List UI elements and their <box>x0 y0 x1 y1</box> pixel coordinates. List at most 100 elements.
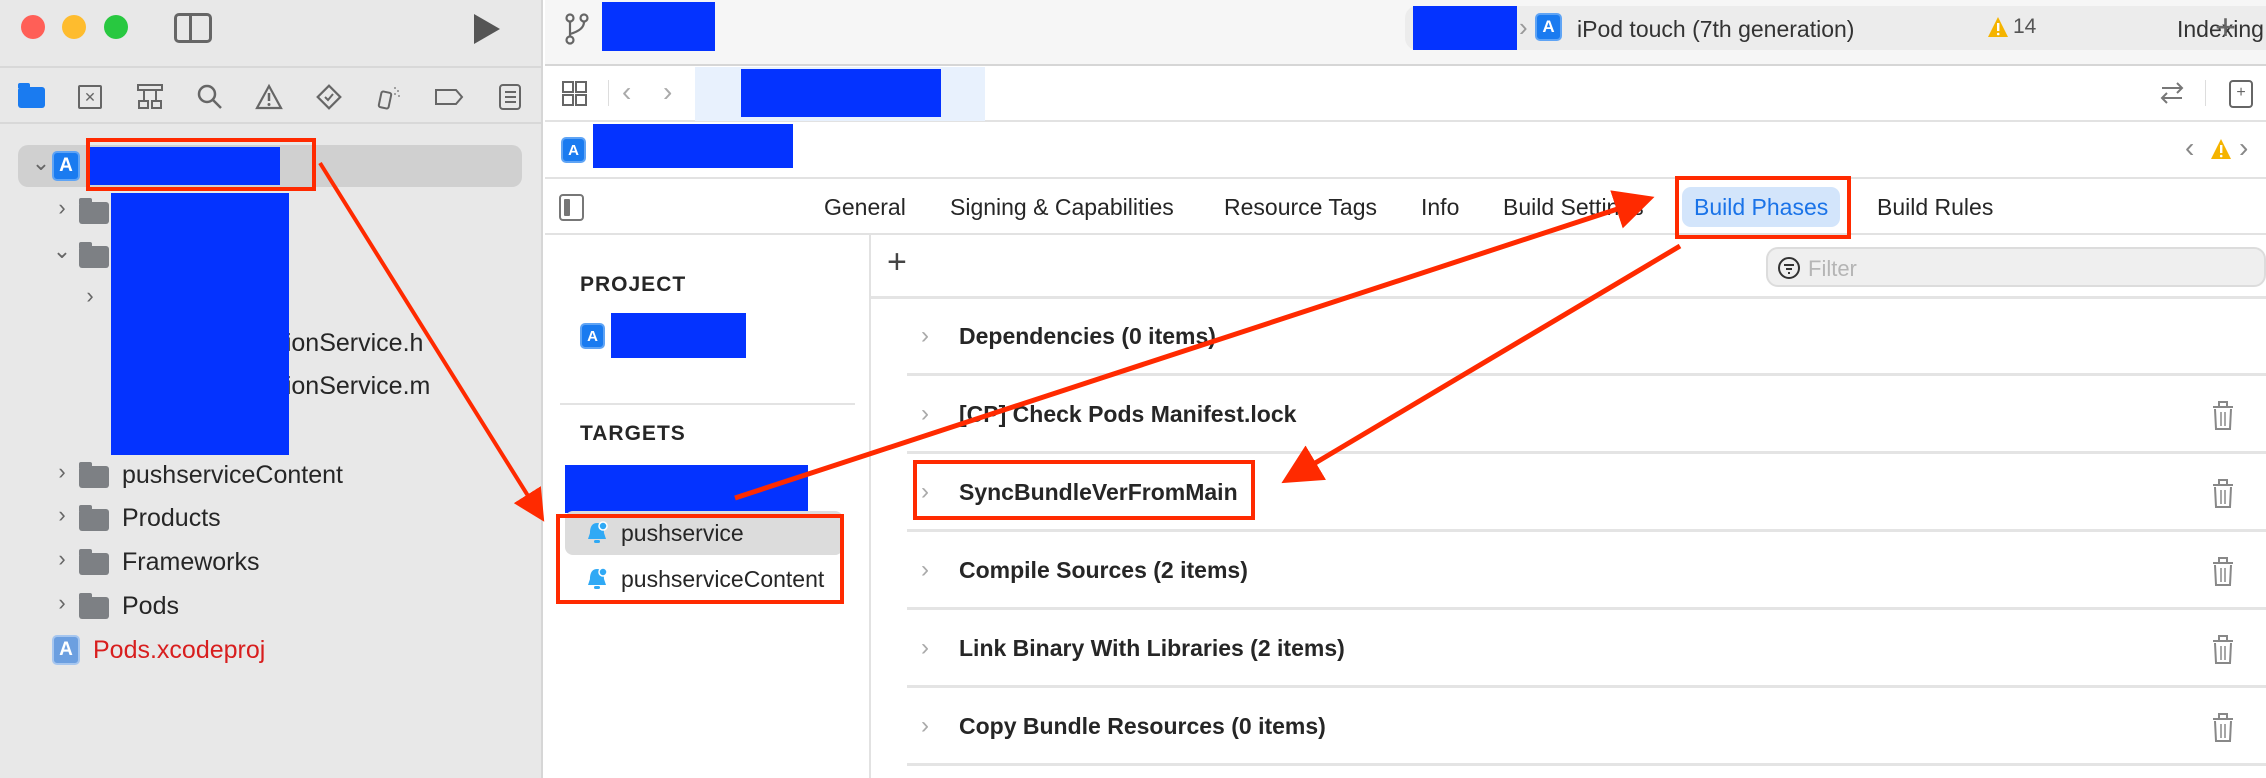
filter-field[interactable]: Filter <box>1766 247 2266 287</box>
run-destination[interactable]: iPod touch (7th generation) <box>1577 16 1854 43</box>
editor-segment-bar: General Signing & Capabilities Resource … <box>545 179 2266 235</box>
notification-bell-icon <box>588 567 608 589</box>
warning-icon[interactable] <box>2210 138 2232 160</box>
previous-issue-button[interactable]: ‹ <box>2185 132 2194 164</box>
zoom-window-button[interactable] <box>104 15 128 39</box>
tab-info[interactable]: Info <box>1409 187 1471 227</box>
redacted-project-name <box>87 147 280 185</box>
trash-icon[interactable] <box>2211 635 2235 665</box>
run-button[interactable] <box>474 14 500 44</box>
tab-resource-tags[interactable]: Resource Tags <box>1212 187 1389 227</box>
redacted-tree-items <box>111 193 289 455</box>
toggle-sidebar-icon[interactable] <box>174 13 212 43</box>
chevron-down-icon[interactable]: ⌄ <box>52 238 72 264</box>
folder-icon[interactable] <box>14 80 48 114</box>
report-list-icon[interactable] <box>493 80 527 114</box>
redacted-target-item[interactable] <box>565 465 808 513</box>
target-item-pushserviceContent[interactable]: pushserviceContent <box>565 557 843 601</box>
branch-icon[interactable] <box>563 12 591 46</box>
targets-section-header: TARGETS <box>580 422 686 445</box>
xcode-project-icon: A <box>52 635 80 665</box>
toggle-targets-list-icon[interactable] <box>559 194 584 221</box>
project-section-header: PROJECT <box>580 273 687 296</box>
build-phase-row[interactable]: › Copy Bundle Resources (0 items) <box>907 689 2266 766</box>
folder-icon <box>79 549 109 575</box>
minimize-window-button[interactable] <box>62 15 86 39</box>
redacted-branch-name <box>602 2 715 51</box>
chevron-right-icon[interactable]: › <box>921 556 929 584</box>
redacted-tab-title <box>741 69 941 117</box>
build-phase-row[interactable]: › SyncBundleVerFromMain <box>907 455 2266 532</box>
trash-icon[interactable] <box>2211 401 2235 431</box>
filter-icon <box>1778 257 1800 279</box>
device-icon: A <box>1535 13 1562 41</box>
chevron-right-icon[interactable]: › <box>52 546 72 572</box>
chevron-right-icon: › <box>1519 12 1528 42</box>
hierarchy-icon[interactable] <box>133 80 167 114</box>
tab-signing-capabilities[interactable]: Signing & Capabilities <box>938 187 1186 227</box>
tab-build-rules[interactable]: Build Rules <box>1865 187 2005 227</box>
chevron-right-icon[interactable]: › <box>52 195 72 221</box>
chevron-right-icon[interactable]: › <box>921 634 929 662</box>
folder-icon <box>79 242 109 268</box>
search-icon[interactable] <box>193 80 227 114</box>
add-editor-icon[interactable]: + <box>2229 80 2253 108</box>
build-phase-row[interactable]: › Link Binary With Libraries (2 items) <box>907 611 2266 688</box>
chevron-right-icon[interactable]: › <box>80 283 100 309</box>
next-issue-button[interactable]: › <box>2239 132 2248 164</box>
filter-placeholder: Filter <box>1808 256 1857 281</box>
window-toolbar: › A iPod touch (7th generation) Indexing… <box>545 0 2266 66</box>
folder-icon <box>79 198 109 224</box>
targets-list: PROJECT A TARGETS pushservice pushservic… <box>545 235 871 778</box>
jump-bar: A ‹ › <box>545 122 2266 179</box>
swap-arrows-icon[interactable] <box>2158 80 2186 106</box>
forward-button[interactable]: › <box>663 76 672 108</box>
back-button[interactable]: ‹ <box>622 76 631 108</box>
warning-count[interactable]: 14 <box>2013 15 2036 39</box>
tab-general[interactable]: General <box>812 187 918 227</box>
build-phases-panel: + Filter › Dependencies (0 items) › [CP]… <box>871 235 2266 778</box>
chevron-right-icon[interactable]: › <box>52 502 72 528</box>
add-build-phase-button[interactable]: + <box>887 243 907 282</box>
warning-icon[interactable] <box>1987 16 2009 38</box>
chevron-right-icon[interactable]: › <box>921 478 929 506</box>
build-phase-row[interactable]: › [CP] Check Pods Manifest.lock <box>907 377 2266 454</box>
trash-icon[interactable] <box>2211 479 2235 509</box>
related-items-grid-icon[interactable] <box>561 80 589 108</box>
chevron-right-icon[interactable]: › <box>52 459 72 485</box>
file-item[interactable]: ationService.m <box>265 366 430 406</box>
chevron-right-icon[interactable]: › <box>921 322 929 350</box>
chevron-down-icon[interactable]: ⌄ <box>31 150 51 176</box>
target-item-pushservice[interactable]: pushservice <box>565 511 843 555</box>
navigator-sidebar: ✕ ⌄ A › ⌄ › ationService.h ationService.… <box>0 0 543 778</box>
active-editor-tab[interactable] <box>695 67 985 121</box>
warning-triangle-icon[interactable] <box>252 80 286 114</box>
debug-spray-icon[interactable] <box>372 80 406 114</box>
tab-build-phases[interactable]: Build Phases <box>1682 187 1841 227</box>
chevron-right-icon[interactable]: › <box>921 400 929 428</box>
folder-icon <box>79 462 109 488</box>
redacted-project-item[interactable] <box>611 313 746 358</box>
build-phase-row[interactable]: › Dependencies (0 items) <box>907 299 2266 376</box>
chevron-right-icon[interactable]: › <box>52 590 72 616</box>
scheme-destination-bar[interactable]: › A iPod touch (7th generation) Indexing… <box>1405 6 2266 50</box>
breakpoint-tag-icon[interactable] <box>432 80 466 114</box>
source-control-icon[interactable]: ✕ <box>73 80 107 114</box>
redacted-project-path[interactable] <box>593 124 793 168</box>
chevron-right-icon[interactable]: › <box>921 712 929 740</box>
editor-tab-bar: ‹ › + <box>545 66 2266 122</box>
build-phase-row[interactable]: › Compile Sources (2 items) <box>907 533 2266 610</box>
tab-build-settings[interactable]: Build Settings <box>1491 187 1656 227</box>
close-window-button[interactable] <box>21 15 45 39</box>
xcode-project-icon: A <box>561 137 586 163</box>
folder-icon <box>79 505 109 531</box>
navigator-tabs: ✕ <box>0 66 541 124</box>
test-diamond-icon[interactable] <box>312 80 346 114</box>
trash-icon[interactable] <box>2211 557 2235 587</box>
xcode-project-icon: A <box>580 323 605 349</box>
trash-icon[interactable] <box>2211 713 2235 743</box>
xcode-project-icon: A <box>52 151 80 181</box>
add-tab-button[interactable]: + <box>2215 6 2236 48</box>
folder-icon <box>79 593 109 619</box>
redacted-scheme-name[interactable] <box>1413 6 1517 50</box>
